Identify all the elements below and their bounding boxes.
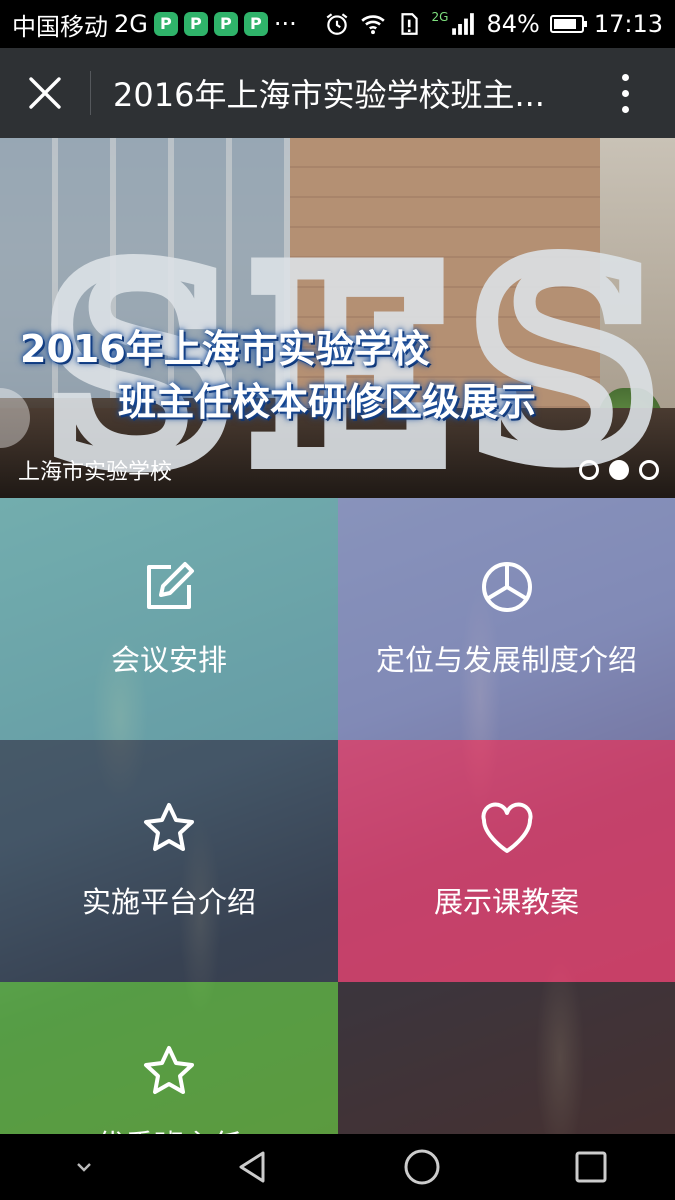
recents-button[interactable]: [561, 1137, 621, 1197]
banner-caption: 上海市实验学校: [18, 460, 173, 485]
home-icon: [404, 1149, 440, 1185]
sculpture-letter: S: [459, 210, 669, 499]
tile-label: 会议安排: [110, 643, 227, 677]
chevron-down-icon: [77, 1163, 92, 1172]
network-type: 2G: [114, 10, 148, 38]
menu-grid: 会议安排 定位与发展制度介绍 实施平台介绍 展示课教案 优秀班主任: [0, 498, 675, 1134]
status-right: 2G 84% 17:13: [324, 10, 663, 38]
menu-dot-icon: [621, 89, 629, 97]
tile-label: 实施平台介绍: [81, 885, 256, 919]
pie-chart-icon: [481, 562, 532, 612]
menu-dot-icon: [621, 105, 629, 113]
alarm-icon: [326, 13, 347, 35]
more-notifications-icon: ···: [273, 10, 297, 38]
tile-lesson-plans[interactable]: 展示课教案: [338, 740, 675, 982]
hide-nav-button[interactable]: [54, 1137, 114, 1197]
page-title: 2016年上海市实验学校班主...: [113, 76, 545, 114]
carousel-dot[interactable]: [579, 460, 599, 480]
tile-label: 展示课教案: [433, 885, 579, 919]
close-icon: [29, 77, 61, 109]
menu-dot-icon: [621, 73, 629, 81]
app-notification-icon: P: [153, 12, 178, 36]
star-icon: [144, 1046, 194, 1094]
close-button[interactable]: [0, 48, 90, 138]
carrier-name: 中国移动: [12, 12, 108, 41]
banner-headline-line2: 班主任校本研修区级展示: [118, 380, 537, 424]
title-bar: 2016年上海市实验学校班主...: [0, 48, 675, 138]
carousel-indicators: [579, 460, 659, 480]
heart-icon: [481, 802, 532, 853]
banner-headline-line1: 2016年上海市实验学校: [20, 327, 430, 371]
app-notification-icon: P: [183, 12, 208, 36]
wifi-icon: [360, 15, 385, 35]
banner-carousel[interactable]: S E S 2016年上海市实验学校 班主任校本研修区级展示 上海市实验学校: [0, 138, 675, 498]
status-bar: 中国移动 2G P P P P ··· 2G 84% 17:13: [0, 0, 675, 48]
star-icon: [144, 803, 194, 851]
app-notification-icon: P: [213, 12, 238, 36]
tile-label: 定位与发展制度介绍: [375, 643, 637, 677]
battery-icon: [549, 15, 587, 33]
tile-empty[interactable]: [338, 982, 675, 1134]
tile-label: 优秀班主任: [96, 1122, 241, 1134]
sim-alert-icon: [400, 13, 418, 35]
clock-time: 17:13: [593, 10, 663, 38]
tile-positioning-system[interactable]: 定位与发展制度介绍: [338, 498, 675, 740]
home-button[interactable]: [392, 1137, 452, 1197]
carousel-dot[interactable]: [639, 460, 659, 480]
back-button[interactable]: [223, 1137, 283, 1197]
carousel-dot[interactable]: [609, 460, 629, 480]
battery-percent: 84%: [486, 10, 540, 38]
tile-platform-intro[interactable]: 实施平台介绍: [0, 740, 338, 982]
signal-network-type: 2G: [431, 10, 449, 24]
edit-icon: [147, 562, 194, 609]
tile-meeting-schedule[interactable]: 会议安排: [0, 498, 338, 740]
recents-icon: [575, 1151, 607, 1183]
system-nav-bar: [0, 1134, 675, 1200]
signal-strength-icon: [452, 13, 475, 35]
app-notification-icon: P: [243, 12, 268, 36]
back-icon: [239, 1151, 265, 1183]
more-menu-button[interactable]: [575, 48, 675, 138]
tile-excellent-teachers[interactable]: 优秀班主任: [0, 982, 338, 1134]
status-left: 中国移动 2G P P P P ···: [12, 7, 324, 42]
